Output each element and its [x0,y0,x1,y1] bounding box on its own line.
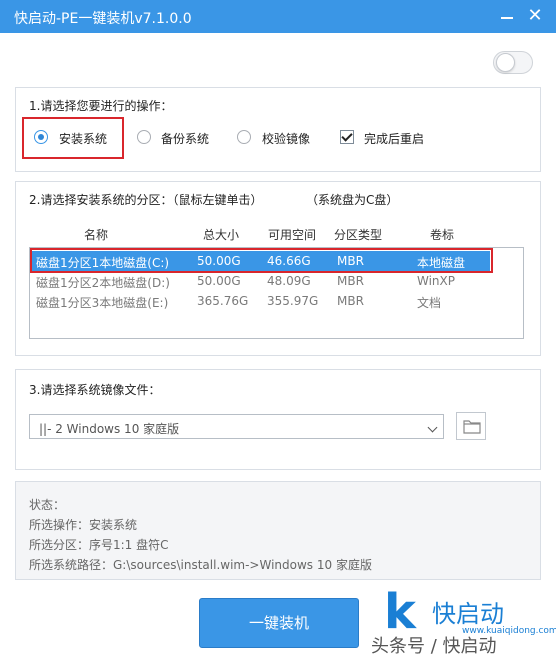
window-title: 快启动-PE一键装机v7.1.0.0 [14,11,192,27]
operation-panel-title: 1.请选择您要进行的操作： [29,99,173,113]
partition-name: 磁盘1分区3本地磁盘(E:) [36,296,169,310]
title-bar: 快启动-PE一键装机v7.1.0.0 ✕ [0,0,556,33]
column-header-free: 可用空间 [268,228,317,242]
column-header-label: 卷标 [430,228,455,242]
image-select[interactable]: ||- 2 Windows 10 家庭版 [29,414,444,439]
partition-row[interactable]: 磁盘1分区3本地磁盘(E:) 365.76G 355.97G MBR 文档 [30,291,490,311]
highlight-box-install [22,117,124,159]
one-click-install-button[interactable]: 一键装机 [199,598,359,648]
close-button[interactable]: ✕ [524,5,546,27]
minimize-button[interactable] [496,5,518,27]
radio-backup-label[interactable]: 备份系统 [161,130,209,147]
column-header-type: 分区类型 [334,228,383,242]
toggle-knob [496,53,515,72]
reboot-checkbox-label[interactable]: 完成后重启 [364,130,424,147]
radio-verify[interactable] [237,130,251,144]
partition-row[interactable]: 磁盘1分区2本地磁盘(D:) 50.00G 48.09G MBR WinXP [30,271,490,291]
partition-volume-label: WinXP [417,274,455,288]
status-partition: 所选分区：序号1:1 盘符C [29,538,169,552]
watermark-text: 头条号 / 快启动 [371,636,497,657]
partition-volume-label: 文档 [417,296,442,310]
radio-backup[interactable] [137,130,151,144]
settings-toggle[interactable] [493,51,533,74]
partition-name: 磁盘1分区2本地磁盘(D:) [36,276,170,290]
status-path: 所选系统路径：G:\sources\install.wim->Windows 1… [29,558,372,572]
brand-name: 快启动 [432,600,504,628]
partition-free: 355.97G [267,294,319,308]
chevron-down-icon [427,422,438,433]
column-header-total: 总大小 [203,228,240,242]
folder-icon [463,420,481,434]
radio-verify-label[interactable]: 校验镜像 [262,130,310,147]
partition-type: MBR [337,274,364,288]
highlight-box-partition [30,248,493,273]
partition-free: 48.09G [267,274,311,288]
status-operation: 所选操作：安装系统 [29,518,138,532]
column-header-name: 名称 [84,228,109,242]
partition-total: 50.00G [197,274,241,288]
brand-logo: k 快启动 www.kuaiqidong.com 头条号 / 快启动 [371,584,556,665]
system-disk-note: （系统盘为C盘） [306,193,399,207]
image-panel-title: 3.请选择系统镜像文件： [29,383,161,397]
partition-panel-title: 2.请选择安装系统的分区：（鼠标左键单击） [29,193,263,207]
status-title: 状态： [29,498,66,512]
browse-folder-button[interactable] [456,412,486,440]
image-select-value: ||- 2 Windows 10 家庭版 [39,422,180,436]
partition-type: MBR [337,294,364,308]
partition-total: 365.76G [197,294,249,308]
reboot-checkbox[interactable] [340,130,354,144]
